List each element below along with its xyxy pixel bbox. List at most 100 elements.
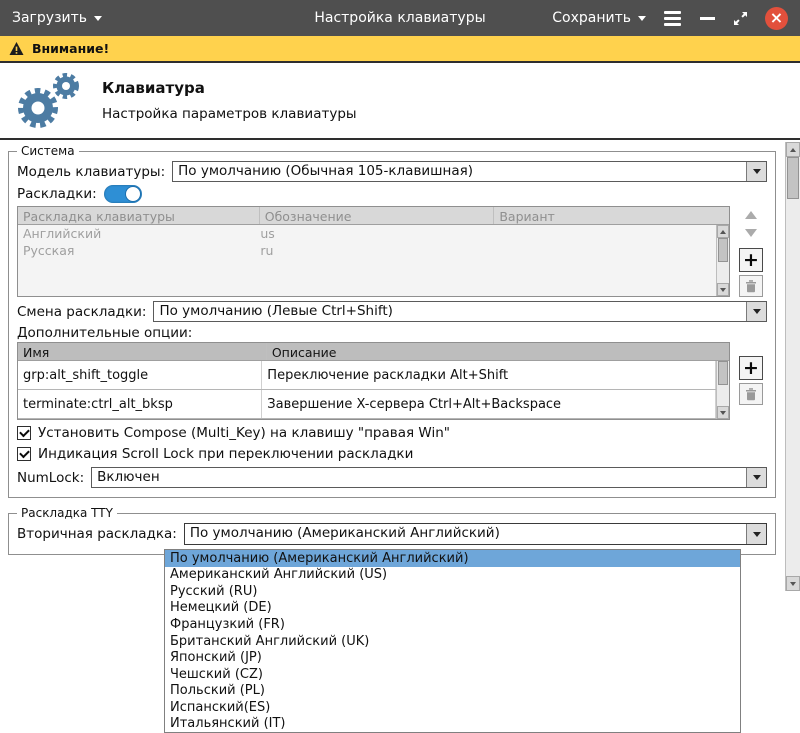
tty-group: Раскладка TTY Вторичная раскладка: По ум… xyxy=(8,506,776,555)
warning-icon xyxy=(8,41,25,57)
scroll-down-button[interactable] xyxy=(717,406,729,419)
trash-icon xyxy=(744,279,758,293)
warning-bar: Внимание! xyxy=(0,36,800,63)
close-button[interactable]: × xyxy=(765,7,788,30)
dropdown-option[interactable]: Итальянский (IT) xyxy=(165,715,740,732)
column-header: Раскладка клавиатуры xyxy=(18,207,260,224)
scrollbar-track xyxy=(717,262,729,283)
compose-checkbox-label: Установить Compose (Multi_Key) на клавиш… xyxy=(38,425,450,441)
triangle-up-icon xyxy=(790,148,796,152)
table-row[interactable]: terminate:ctrl_alt_bksp Завершение X-сер… xyxy=(18,390,716,419)
toggle-knob-icon xyxy=(125,186,141,202)
menu-icon xyxy=(664,11,681,14)
numlock-value: Включен xyxy=(92,468,746,487)
dropdown-option[interactable]: Чешский (CZ) xyxy=(165,666,740,683)
plus-icon: + xyxy=(743,359,759,378)
dropdown-option[interactable]: Британский Английский (UK) xyxy=(165,633,740,650)
page-subtitle: Настройка параметров клавиатуры xyxy=(102,106,357,122)
save-button-label: Сохранить xyxy=(552,10,631,26)
arrow-up-icon xyxy=(745,211,757,219)
tty-group-legend: Раскладка TTY xyxy=(17,506,117,520)
load-button[interactable]: Загрузить xyxy=(12,10,102,26)
scroll-down-button[interactable] xyxy=(786,576,800,591)
secondary-layout-label: Вторичная раскладка: xyxy=(17,526,177,542)
table-row[interactable]: Английский us xyxy=(18,225,716,242)
layouts-toggle[interactable] xyxy=(104,185,142,203)
save-button[interactable]: Сохранить xyxy=(552,10,646,26)
chevron-down-icon xyxy=(746,468,766,487)
keyboard-model-label: Модель клавиатуры: xyxy=(17,164,165,180)
maximize-button[interactable] xyxy=(732,10,749,27)
options-label: Дополнительные опции: xyxy=(17,325,192,341)
delete-layout-button[interactable] xyxy=(739,275,763,297)
dropdown-option[interactable]: Испанский(ES) xyxy=(165,699,740,716)
dropdown-option[interactable]: Японский (JP) xyxy=(165,649,740,666)
layouts-row: Раскладки: xyxy=(17,185,767,203)
move-down-button[interactable] xyxy=(739,224,763,242)
scrolllock-checkbox-row: Индикация Scroll Lock при переключении р… xyxy=(17,446,767,462)
keyboard-model-row: Модель клавиатуры: По умолчанию (Обычная… xyxy=(17,161,767,182)
secondary-layout-dropdown-list: По умолчанию (Американский Английский) А… xyxy=(164,549,741,733)
options-table-scrollbar xyxy=(716,361,729,419)
scrolllock-checkbox-label: Индикация Scroll Lock при переключении р… xyxy=(38,446,413,462)
scrolllock-checkbox[interactable] xyxy=(17,447,31,461)
maximize-icon xyxy=(732,10,749,27)
options-table-body: grp:alt_shift_toggle Переключение раскла… xyxy=(18,361,729,419)
layouts-table-actions: + xyxy=(735,206,767,297)
secondary-layout-row: Вторичная раскладка: По умолчанию (Амери… xyxy=(17,523,767,545)
layouts-table-scrollbar xyxy=(716,225,729,296)
scrollbar-track xyxy=(717,385,729,406)
options-table-row: Имя Описание grp:alt_shift_toggle Перекл… xyxy=(17,342,767,420)
dropdown-option[interactable]: Польский (PL) xyxy=(165,682,740,699)
dropdown-option[interactable]: Немецкий (DE) xyxy=(165,600,740,617)
scrollbar-thumb[interactable] xyxy=(718,238,728,262)
keyboard-model-select[interactable]: По умолчанию (Обычная 105-клавишная) xyxy=(172,161,767,182)
layout-switch-select[interactable]: По умолчанию (Левые Ctrl+Shift) xyxy=(153,301,767,322)
scroll-down-button[interactable] xyxy=(717,283,729,296)
trash-icon xyxy=(744,387,758,401)
layouts-table-row: Раскладка клавиатуры Обозначение Вариант… xyxy=(17,206,767,297)
table-row[interactable]: Русская ru xyxy=(18,242,716,259)
page-title: Клавиатура xyxy=(102,79,357,97)
titlebar: Загрузить Настройка клавиатуры Сохранить xyxy=(0,0,800,36)
gears-icon xyxy=(8,66,86,136)
numlock-select[interactable]: Включен xyxy=(91,467,767,488)
chevron-down-icon xyxy=(94,16,102,21)
scroll-up-button[interactable] xyxy=(717,225,729,238)
page-header: Клавиатура Настройка параметров клавиату… xyxy=(0,63,800,140)
scrollbar-thumb[interactable] xyxy=(787,157,799,199)
minimize-button[interactable] xyxy=(699,10,716,27)
add-option-button[interactable]: + xyxy=(739,356,763,380)
dropdown-option[interactable]: Французкий (FR) xyxy=(165,616,740,633)
scroll-up-button[interactable] xyxy=(786,142,800,157)
add-layout-button[interactable]: + xyxy=(739,248,763,272)
options-table-header: Имя Описание xyxy=(18,343,729,361)
scrollbar-track xyxy=(786,199,800,576)
plus-icon: + xyxy=(743,251,759,270)
layouts-table-body: Английский us Русская ru xyxy=(18,225,729,293)
load-button-label: Загрузить xyxy=(12,10,87,26)
triangle-down-icon xyxy=(790,582,796,586)
keyboard-settings-window: Загрузить Настройка клавиатуры Сохранить xyxy=(0,0,800,591)
compose-checkbox[interactable] xyxy=(17,426,31,440)
main-scrollbar xyxy=(785,142,800,591)
dropdown-option[interactable]: Русский (RU) xyxy=(165,583,740,600)
scrollbar-thumb[interactable] xyxy=(718,361,728,385)
delete-option-button[interactable] xyxy=(739,383,763,405)
minimize-icon xyxy=(700,17,715,20)
chevron-down-icon xyxy=(746,524,766,544)
dropdown-option[interactable]: По умолчанию (Американский Английский) xyxy=(165,550,740,567)
secondary-layout-select[interactable]: По умолчанию (Американский Английский) xyxy=(184,523,767,545)
table-row[interactable]: grp:alt_shift_toggle Переключение раскла… xyxy=(18,361,716,390)
system-group-legend: Система xyxy=(17,144,79,158)
system-group: Система Модель клавиатуры: По умолчанию … xyxy=(8,144,776,498)
numlock-label: NumLock: xyxy=(17,470,84,486)
titlebar-actions: Сохранить × xyxy=(552,7,788,30)
move-up-button[interactable] xyxy=(739,206,763,224)
dropdown-option[interactable]: Американский Английский (US) xyxy=(165,567,740,584)
layout-switch-label: Смена раскладки: xyxy=(17,304,146,320)
options-table: Имя Описание grp:alt_shift_toggle Перекл… xyxy=(17,342,730,420)
menu-button[interactable] xyxy=(662,9,683,28)
main-panel: Система Модель клавиатуры: По умолчанию … xyxy=(0,142,800,591)
triangle-up-icon xyxy=(720,230,726,234)
